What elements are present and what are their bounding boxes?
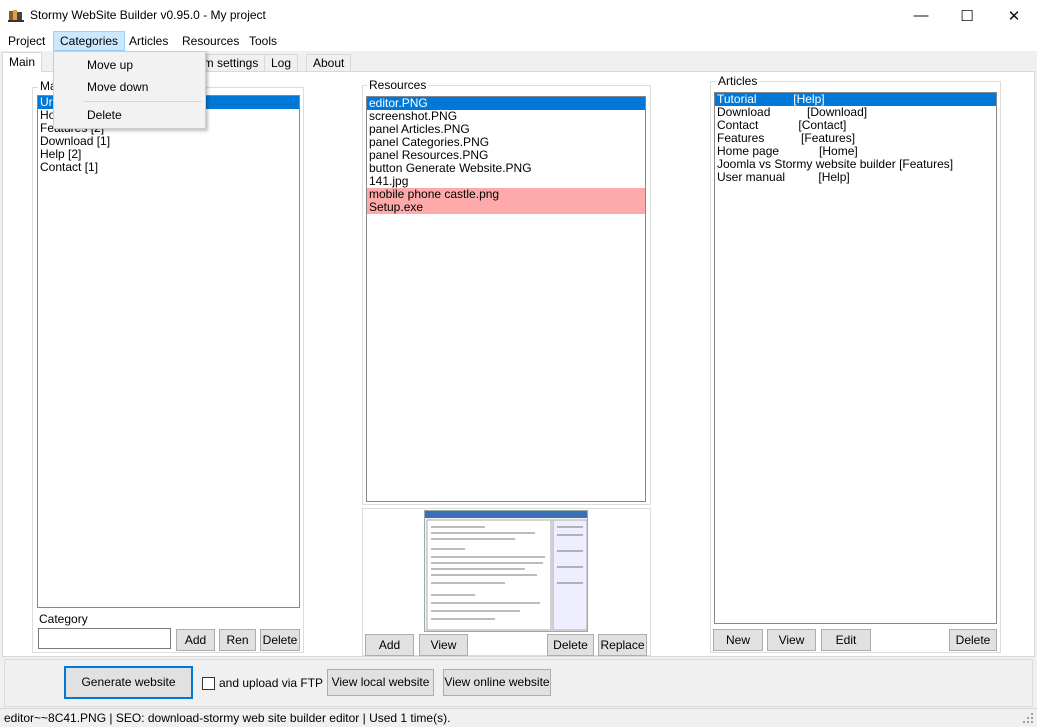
- menu-resources[interactable]: Resources: [176, 31, 245, 51]
- view-local-website-button[interactable]: View local website: [327, 669, 434, 696]
- add-category-button[interactable]: Add: [176, 629, 215, 651]
- list-item-label: Contact [1]: [40, 160, 99, 174]
- status-bar: editor~~8C41.PNG | SEO: download-stormy …: [0, 708, 1037, 727]
- close-button[interactable]: ✕: [991, 0, 1037, 31]
- maximize-icon: ☐: [960, 7, 974, 25]
- books-icon: [8, 10, 24, 22]
- resize-grip-icon[interactable]: [1022, 712, 1034, 724]
- articles-list[interactable]: Tutorial [Help] Download [Download] Cont…: [714, 92, 997, 624]
- add-resource-button[interactable]: Add: [365, 634, 414, 656]
- category-input[interactable]: [38, 628, 171, 649]
- window-title: Stormy WebSite Builder v0.95.0 - My proj…: [30, 8, 266, 22]
- menu-articles[interactable]: Articles: [123, 31, 174, 51]
- tab-log[interactable]: Log: [264, 54, 299, 72]
- view-online-website-button[interactable]: View online website: [443, 669, 551, 696]
- menu-item-delete[interactable]: Delete: [56, 104, 203, 126]
- generate-website-button[interactable]: Generate website: [64, 666, 193, 699]
- categories-dropdown-menu: Move up Move down Delete: [53, 51, 206, 129]
- minimize-button[interactable]: —: [898, 0, 944, 31]
- list-item-label: User manual [Help]: [717, 170, 850, 184]
- new-article-button[interactable]: New: [713, 629, 763, 651]
- status-text: editor~~8C41.PNG | SEO: download-stormy …: [4, 711, 451, 725]
- menu-categories[interactable]: Categories: [53, 31, 126, 51]
- menu-bar: Project Categories Articles Resources To…: [0, 31, 1037, 51]
- list-item[interactable]: Setup.exe: [367, 201, 645, 214]
- checkbox-icon[interactable]: [202, 677, 215, 690]
- replace-resource-button[interactable]: Replace: [598, 634, 647, 656]
- categories-list[interactable]: Ur Ho Features [2] Download [1] Help [2]…: [37, 95, 300, 608]
- view-resource-button[interactable]: View: [419, 634, 468, 656]
- menu-item-move-up[interactable]: Move up: [56, 54, 203, 76]
- menu-project[interactable]: Project: [2, 31, 51, 51]
- category-field-label: Category: [39, 612, 88, 626]
- resources-group-label: Resources: [367, 78, 429, 92]
- articles-group-label: Articles: [716, 74, 760, 88]
- title-bar: Stormy WebSite Builder v0.95.0 - My proj…: [0, 0, 1037, 31]
- rename-category-button[interactable]: Ren: [219, 629, 256, 651]
- menu-separator: [84, 101, 202, 102]
- list-item-label: Setup.exe: [367, 201, 645, 214]
- maximize-button[interactable]: ☐: [944, 0, 990, 31]
- tab-main[interactable]: Main: [2, 52, 43, 72]
- list-item-label: button Generate Website.PNG: [369, 161, 532, 175]
- tab-about[interactable]: About: [306, 54, 352, 72]
- delete-article-button[interactable]: Delete: [949, 629, 997, 651]
- close-icon: ✕: [1007, 7, 1021, 25]
- minimize-icon: —: [913, 7, 929, 24]
- list-item[interactable]: User manual [Help]: [715, 171, 996, 184]
- edit-article-button[interactable]: Edit: [821, 629, 871, 651]
- list-item[interactable]: Contact [1]: [38, 161, 299, 174]
- menu-item-move-down[interactable]: Move down: [56, 76, 203, 98]
- delete-category-button[interactable]: Delete: [260, 629, 300, 651]
- delete-resource-button[interactable]: Delete: [547, 634, 594, 656]
- list-item[interactable]: button Generate Website.PNG: [367, 162, 645, 175]
- view-article-button[interactable]: View: [767, 629, 816, 651]
- resources-list[interactable]: editor.PNG screenshot.PNG panel Articles…: [366, 96, 646, 502]
- resource-preview-image: [424, 510, 588, 632]
- screenshot-thumbnail-icon: [425, 511, 587, 631]
- menu-tools[interactable]: Tools: [243, 31, 283, 51]
- ftp-upload-label: and upload via FTP: [219, 676, 324, 690]
